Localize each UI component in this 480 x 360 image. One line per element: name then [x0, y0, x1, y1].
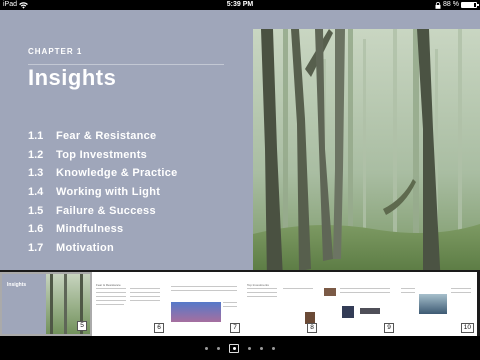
section-title: Failure & Success	[56, 204, 156, 217]
toc-item[interactable]: 1.3 Knowledge & Practice	[28, 164, 178, 183]
page-thumbnail[interactable]: 10	[397, 272, 477, 336]
current-page-dot[interactable]	[229, 344, 239, 353]
status-bar: iPad 5:39 PM 88 %	[0, 0, 480, 10]
dot-icon	[232, 347, 236, 350]
battery-percent: 88 %	[443, 1, 459, 8]
clock: 5:39 PM	[226, 1, 254, 8]
section-title: Mindfulness	[56, 223, 124, 236]
page-thumbnail[interactable]: Top Investments 8	[243, 272, 320, 336]
page-number: 7	[230, 323, 240, 333]
forest-photo	[253, 29, 480, 291]
toc-item[interactable]: 1.1 Fear & Resistance	[28, 127, 178, 146]
page-number: 10	[460, 323, 474, 333]
page-filmstrip[interactable]: Insights 5 Fear & Resistance 6 7 Top Inv…	[0, 270, 480, 336]
toc-item[interactable]: 1.5 Failure & Success	[28, 201, 178, 220]
page-number: 8	[307, 323, 317, 333]
section-title: Knowledge & Practice	[56, 167, 178, 180]
page-thumbnail[interactable]: Insights 5	[0, 272, 92, 336]
page-number: 6	[154, 323, 164, 333]
section-title: Top Investments	[56, 148, 148, 161]
book-page: CHAPTER 1 Insights 1.1 Fear & Resistance …	[0, 10, 480, 291]
section-number: 1.5	[28, 204, 44, 217]
battery-icon	[461, 2, 479, 8]
section-number: 1.4	[28, 186, 44, 199]
page-dot[interactable]	[260, 347, 263, 350]
page-thumbnail[interactable]: 7	[167, 272, 243, 336]
page-indicator[interactable]	[0, 344, 480, 353]
page-number: 5	[77, 321, 87, 331]
page-thumbnail[interactable]: 9	[320, 272, 397, 336]
chapter-label: CHAPTER 1	[28, 47, 83, 56]
table-of-contents: 1.1 Fear & Resistance 1.2 Top Investments …	[28, 127, 178, 257]
toc-item[interactable]: 1.2 Top Investments	[28, 146, 178, 165]
thumbnail-heading: Fear & Resistance	[96, 283, 121, 287]
section-title: Working with Light	[56, 186, 161, 199]
page-thumbnail[interactable]: Fear & Resistance 6	[92, 272, 167, 336]
toc-item[interactable]: 1.7 Motivation	[28, 239, 178, 258]
chapter-panel: CHAPTER 1 Insights 1.1 Fear & Resistance …	[0, 10, 253, 280]
page-dot[interactable]	[205, 347, 208, 350]
page-indicator-bar	[0, 336, 480, 360]
thumbnail-title: Insights	[7, 282, 27, 288]
thumbnail-heading: Top Investments	[247, 283, 269, 287]
section-number: 1.1	[28, 130, 44, 143]
section-number: 1.2	[28, 148, 44, 161]
section-title: Fear & Resistance	[56, 130, 157, 143]
page-dot[interactable]	[217, 347, 220, 350]
chapter-title: Insights	[28, 65, 117, 90]
rotation-lock-icon	[435, 1, 441, 9]
section-number: 1.7	[28, 241, 44, 254]
page-dot[interactable]	[272, 347, 275, 350]
section-title: Motivation	[56, 241, 114, 254]
page-number: 9	[384, 323, 394, 333]
section-number: 1.6	[28, 223, 44, 236]
section-number: 1.3	[28, 167, 44, 180]
toc-item[interactable]: 1.6 Mindfulness	[28, 220, 178, 239]
page-dot[interactable]	[248, 347, 251, 350]
toc-item[interactable]: 1.4 Working with Light	[28, 183, 178, 202]
